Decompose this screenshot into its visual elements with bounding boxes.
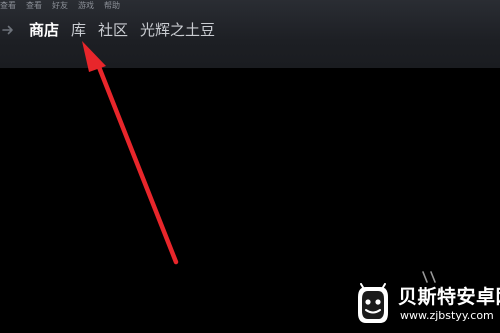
menu-bar: 查看 查看 好友 游戏 帮助 bbox=[0, 0, 120, 12]
watermark: 贝斯特安卓网 www.zjbstyy.com bbox=[354, 279, 500, 329]
nav-tab-community[interactable]: 社区 bbox=[98, 19, 128, 41]
watermark-title: 贝斯特安卓网 bbox=[398, 286, 500, 308]
menu-item-help[interactable]: 帮助 bbox=[104, 0, 120, 12]
menu-item-view-1[interactable]: 查看 bbox=[0, 0, 16, 12]
menu-item-friends[interactable]: 好友 bbox=[52, 0, 68, 12]
main-nav: 商店 库 社区 光辉之土豆 bbox=[0, 19, 215, 41]
menu-item-games[interactable]: 游戏 bbox=[78, 0, 94, 12]
arrow-right-icon[interactable] bbox=[0, 19, 16, 41]
nav-tab-library[interactable]: 库 bbox=[71, 19, 86, 41]
watermark-url: www.zjbstyy.com bbox=[400, 309, 494, 322]
nav-tab-store[interactable]: 商店 bbox=[29, 19, 59, 41]
site-logo-icon bbox=[358, 283, 388, 323]
nav-tab-profile[interactable]: 光辉之土豆 bbox=[140, 19, 215, 41]
menu-item-view-2[interactable]: 查看 bbox=[26, 0, 42, 12]
top-header: 查看 查看 好友 游戏 帮助 商店 库 社区 光辉之土豆 bbox=[0, 0, 500, 68]
steam-client-window: 查看 查看 好友 游戏 帮助 商店 库 社区 光辉之土豆 贝斯特安卓 www.z… bbox=[0, 0, 500, 333]
